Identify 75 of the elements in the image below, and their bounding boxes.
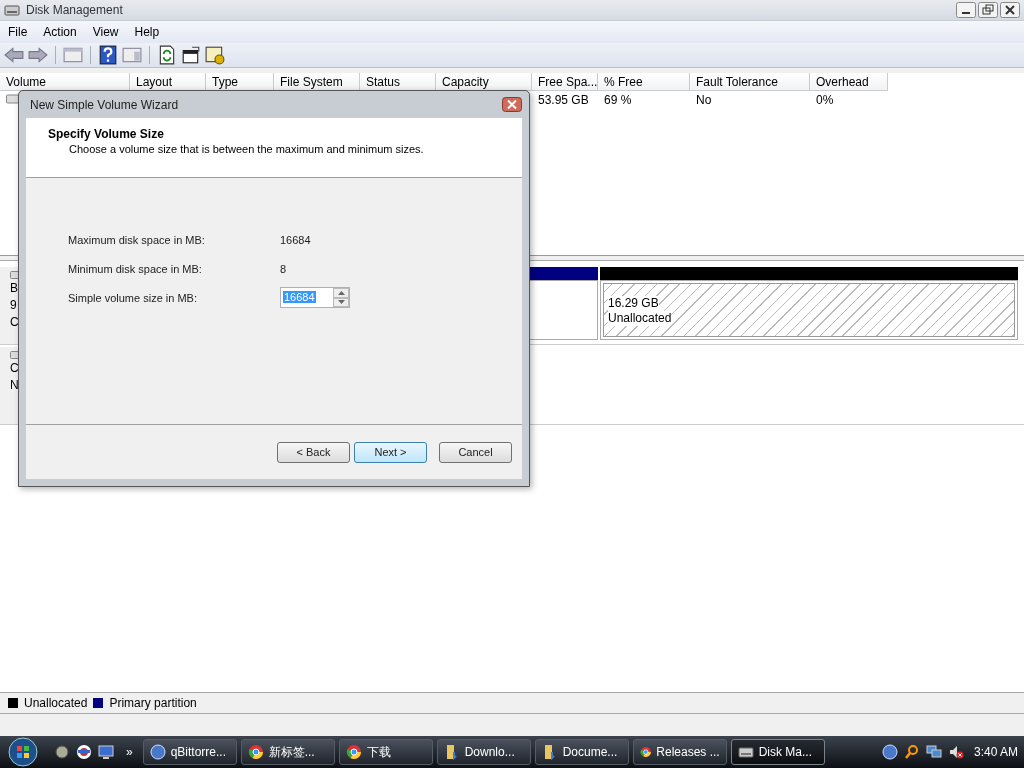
column-header[interactable]: Overhead (810, 73, 888, 91)
field-value: 8 (280, 262, 287, 275)
circle-icon (149, 744, 166, 760)
refresh-icon[interactable] (157, 45, 177, 65)
wizard-heading: Specify Volume Size (48, 127, 165, 141)
column-header[interactable]: Free Spa... (532, 73, 598, 91)
minimize-icon[interactable] (956, 2, 976, 18)
column-header[interactable]: % Free (598, 73, 690, 91)
table-cell-text: 0% (815, 92, 835, 109)
taskbar-button[interactable]: 下载 (338, 739, 433, 765)
taskbar-button[interactable]: Disk Ma... (730, 739, 825, 765)
taskbar-button[interactable]: qBittorre... (142, 739, 237, 765)
column-header[interactable]: Fault Tolerance (690, 73, 810, 91)
table-cell-text: 53.95 GB (537, 92, 590, 109)
disk-label: C (10, 361, 19, 376)
network-icon[interactable] (925, 744, 942, 760)
disk-label: 9 (10, 298, 17, 313)
table-cell-text: 69 % (603, 92, 633, 109)
column-header[interactable]: Capacity (436, 73, 532, 91)
partition-status: Unallocated (608, 311, 672, 326)
taskbar-button[interactable]: 新标签... (240, 739, 335, 765)
dialog-button[interactable]: Next > (354, 441, 427, 463)
column-header[interactable]: Status (360, 73, 436, 91)
column-header[interactable]: Volume (0, 73, 130, 91)
field-label: Maximum disk space in MB: (68, 233, 206, 246)
legend-label: Unallocated (24, 696, 88, 710)
legend-label: Primary partition (109, 696, 197, 710)
column-header[interactable]: File System (274, 73, 360, 91)
disk-label: B (10, 281, 18, 296)
field-label: Simple volume size in MB: (68, 291, 198, 304)
column-header[interactable]: Layout (130, 73, 206, 91)
menu-item[interactable]: Action (35, 23, 85, 41)
overflow-chevron[interactable]: » (126, 745, 133, 759)
panel-icon[interactable] (63, 45, 83, 65)
close-icon[interactable] (1000, 2, 1020, 18)
quick-launch-icon[interactable] (76, 744, 92, 760)
down-arrow-icon[interactable] (337, 300, 345, 305)
restore-icon[interactable] (978, 2, 998, 18)
column-header[interactable]: Type (206, 73, 274, 91)
menu-item[interactable]: File (0, 23, 36, 41)
color-wheel-icon (247, 744, 264, 760)
field-label: Minimum disk space in MB: (68, 262, 203, 275)
start-button[interactable] (8, 737, 38, 767)
close-icon[interactable] (502, 97, 522, 112)
clock[interactable]: 3:40 AM (973, 745, 1018, 759)
monitor-icon[interactable] (98, 744, 114, 760)
wizard-subtitle: Choose a volume size that is between the maximum and minimum sizes. (68, 143, 425, 155)
color-wheel-icon (345, 744, 362, 760)
dialog-button[interactable]: Cancel (439, 441, 512, 463)
taskbar-button[interactable]: Releases ... (632, 739, 727, 765)
disk-label: C (10, 315, 19, 330)
properties-icon[interactable] (181, 45, 201, 65)
table-cell-text: No (695, 92, 713, 109)
taskbar-button[interactable]: Docume... (534, 739, 629, 765)
color-wheel-icon (639, 744, 652, 760)
menu-item[interactable]: View (84, 23, 127, 41)
quick-launch-icon[interactable] (54, 744, 70, 760)
field-value: 16684 (280, 233, 311, 246)
magnifier-icon[interactable] (903, 744, 920, 760)
settings-icon[interactable] (205, 45, 225, 65)
dialog-title: New Simple Volume Wizard (30, 97, 179, 112)
dialog-button[interactable]: < Back (277, 441, 350, 463)
partition-size: 16.29 GB (608, 296, 659, 311)
drive-icon (4, 3, 20, 17)
window-title: Disk Management (26, 3, 124, 17)
forward-arrow-icon[interactable] (28, 45, 48, 65)
back-arrow-icon[interactable] (4, 45, 24, 65)
muted-speaker-icon[interactable] (947, 744, 964, 760)
menu-item[interactable]: Help (126, 23, 168, 41)
circle-icon[interactable] (881, 744, 898, 760)
help-icon[interactable] (98, 45, 118, 65)
drive-icon (737, 744, 754, 760)
disk-label: N (10, 378, 19, 393)
taskbar-button[interactable]: Downlo... (436, 739, 531, 765)
up-arrow-icon[interactable] (337, 290, 345, 295)
